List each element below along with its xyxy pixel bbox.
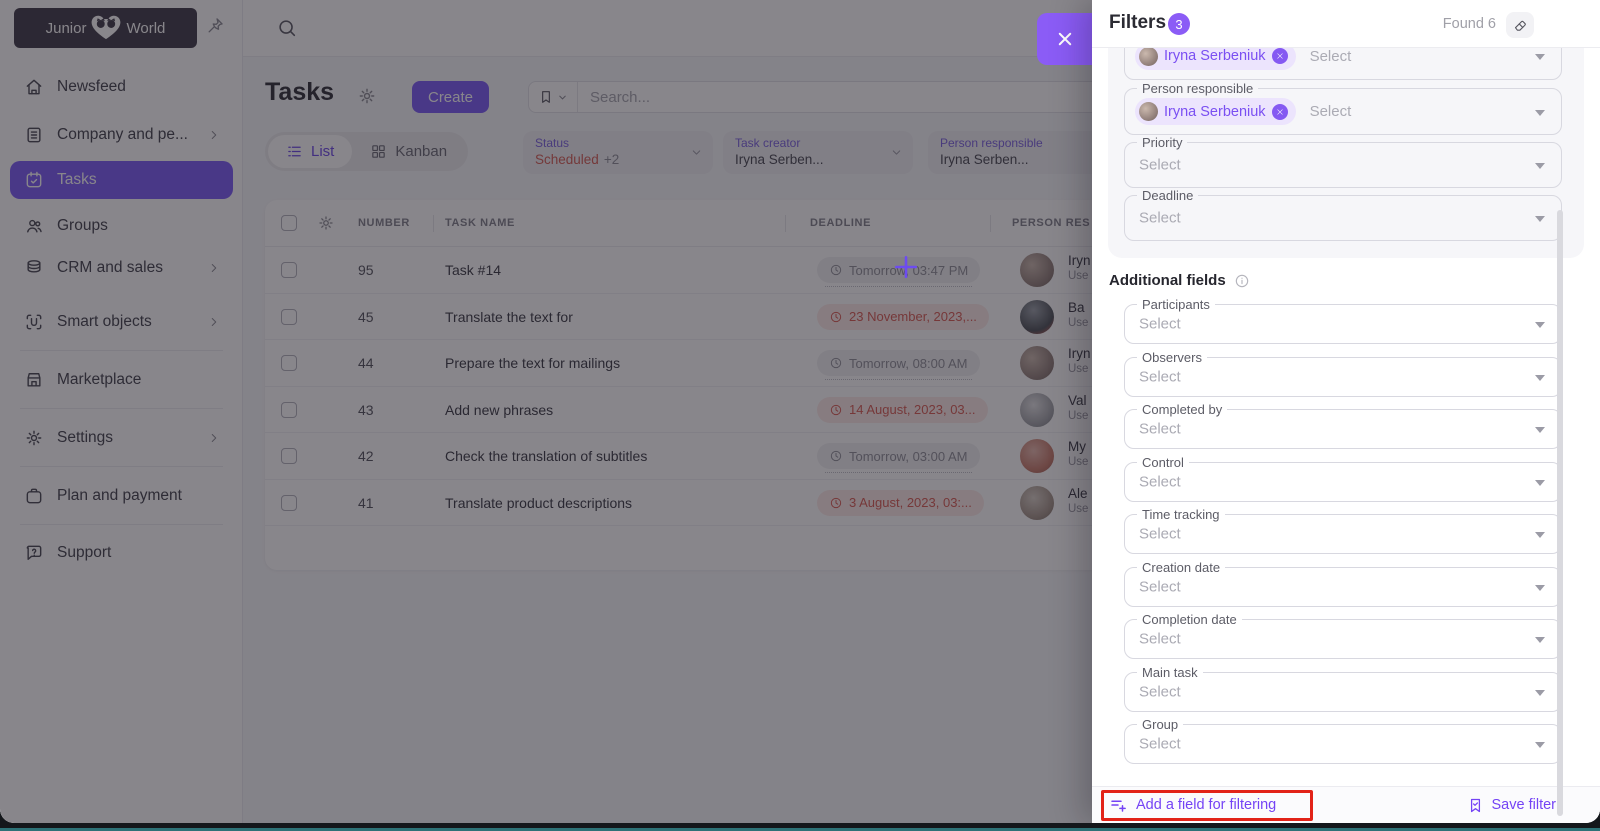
filter-field-participants[interactable]: ParticipantsSelect bbox=[1124, 304, 1562, 344]
field-label: Deadline bbox=[1137, 188, 1198, 204]
user-chip-name: Iryna Serbeniuk bbox=[1164, 104, 1266, 120]
dropdown-arrow-icon bbox=[1535, 322, 1545, 328]
filter-field-priority[interactable]: PrioritySelect bbox=[1124, 142, 1562, 188]
select-placeholder: Select bbox=[1139, 210, 1181, 227]
save-filter-button[interactable]: Save filter bbox=[1467, 787, 1556, 823]
filter-field-observers[interactable]: ObserversSelect bbox=[1124, 357, 1562, 397]
dropdown-arrow-icon bbox=[1535, 532, 1545, 538]
avatar bbox=[1139, 48, 1158, 66]
select-placeholder: Select bbox=[1139, 578, 1181, 595]
user-chip-name: Iryna Serbeniuk bbox=[1164, 48, 1266, 64]
filter-field-clipped[interactable]: Iryna Serbeniuk Select bbox=[1124, 48, 1562, 80]
annotation-highlight bbox=[1101, 790, 1313, 821]
cursor-crosshair bbox=[893, 254, 919, 280]
select-placeholder: Select bbox=[1139, 526, 1181, 543]
filters-count-badge: 3 bbox=[1168, 13, 1190, 35]
additional-fields-label: Additional fields bbox=[1109, 272, 1226, 289]
filter-field-time-tracking[interactable]: Time trackingSelect bbox=[1124, 514, 1562, 554]
dropdown-arrow-icon bbox=[1535, 427, 1545, 433]
app-window: Junior World NewsfeedCompany and pe...Ta… bbox=[0, 0, 1600, 823]
select-placeholder: Select bbox=[1139, 631, 1181, 648]
field-label: Main task bbox=[1137, 665, 1203, 681]
select-placeholder: Select bbox=[1139, 316, 1181, 333]
select-placeholder: Select bbox=[1139, 368, 1181, 385]
user-chip[interactable]: Iryna Serbeniuk bbox=[1135, 48, 1296, 70]
filters-panel: Filters 3 Found 6 Iryna SerbeniukSelectP… bbox=[1092, 0, 1600, 823]
remove-chip-button[interactable] bbox=[1272, 104, 1288, 120]
dropdown-arrow-icon bbox=[1535, 742, 1545, 748]
filter-field-control[interactable]: ControlSelect bbox=[1124, 462, 1562, 502]
field-label: Creation date bbox=[1137, 560, 1225, 576]
dropdown-arrow-icon bbox=[1535, 216, 1545, 222]
select-placeholder: Select bbox=[1310, 48, 1352, 65]
select-placeholder: Select bbox=[1139, 157, 1181, 174]
field-label: Time tracking bbox=[1137, 507, 1225, 523]
save-filter-label: Save filter bbox=[1492, 797, 1556, 813]
close-panel-button[interactable] bbox=[1037, 13, 1092, 65]
select-placeholder: Select bbox=[1139, 473, 1181, 490]
save-bookmark-icon bbox=[1467, 797, 1484, 814]
filters-footer: Add a field for filtering Save filter bbox=[1092, 787, 1600, 823]
close-icon bbox=[1276, 108, 1284, 116]
filters-panel-header: Filters 3 Found 6 bbox=[1092, 0, 1600, 48]
field-label: Control bbox=[1137, 455, 1189, 471]
filters-scroll-area[interactable]: Iryna SerbeniukSelectPerson responsibleI… bbox=[1092, 48, 1600, 787]
field-label: Completed by bbox=[1137, 402, 1227, 418]
additional-fields-title: Additional fields bbox=[1109, 272, 1250, 289]
select-placeholder: Select bbox=[1139, 421, 1181, 438]
field-label: Group bbox=[1137, 717, 1183, 733]
filter-field-completed-by[interactable]: Completed bySelect bbox=[1124, 409, 1562, 449]
filter-field-completion-date[interactable]: Completion dateSelect bbox=[1124, 619, 1562, 659]
clear-filters-button[interactable] bbox=[1506, 12, 1534, 38]
user-chip[interactable]: Iryna Serbeniuk bbox=[1135, 98, 1296, 125]
dropdown-arrow-icon bbox=[1535, 637, 1545, 643]
dropdown-arrow-icon bbox=[1535, 375, 1545, 381]
field-label: Priority bbox=[1137, 135, 1187, 151]
panel-scrollbar[interactable] bbox=[1557, 210, 1563, 816]
filter-field-person-responsible[interactable]: Person responsibleIryna SerbeniukSelect bbox=[1124, 88, 1562, 135]
field-content: Iryna Serbeniuk Select bbox=[1125, 48, 1561, 79]
filter-field-creation-date[interactable]: Creation dateSelect bbox=[1124, 567, 1562, 607]
close-icon bbox=[1276, 52, 1284, 60]
dropdown-arrow-icon bbox=[1535, 54, 1545, 60]
close-icon bbox=[1056, 30, 1074, 48]
field-label: Observers bbox=[1137, 350, 1207, 366]
avatar bbox=[1139, 102, 1158, 121]
select-placeholder: Select bbox=[1310, 103, 1352, 120]
found-count-label: Found 6 bbox=[1443, 16, 1496, 32]
field-content: Iryna Serbeniuk Select bbox=[1125, 89, 1561, 134]
select-placeholder: Select bbox=[1139, 736, 1181, 753]
field-label: Participants bbox=[1137, 297, 1215, 313]
field-label: Completion date bbox=[1137, 612, 1242, 628]
dropdown-arrow-icon bbox=[1535, 480, 1545, 486]
filter-field-deadline[interactable]: DeadlineSelect bbox=[1124, 195, 1562, 241]
select-placeholder: Select bbox=[1139, 683, 1181, 700]
remove-chip-button[interactable] bbox=[1272, 48, 1288, 64]
info-icon bbox=[1234, 273, 1250, 289]
filters-title: Filters bbox=[1109, 12, 1166, 34]
dropdown-arrow-icon bbox=[1535, 110, 1545, 116]
dropdown-arrow-icon bbox=[1535, 585, 1545, 591]
dropdown-arrow-icon bbox=[1535, 163, 1545, 169]
filter-field-group[interactable]: GroupSelect bbox=[1124, 724, 1562, 764]
eraser-icon bbox=[1513, 18, 1528, 33]
filter-field-main-task[interactable]: Main taskSelect bbox=[1124, 672, 1562, 712]
dropdown-arrow-icon bbox=[1535, 690, 1545, 696]
